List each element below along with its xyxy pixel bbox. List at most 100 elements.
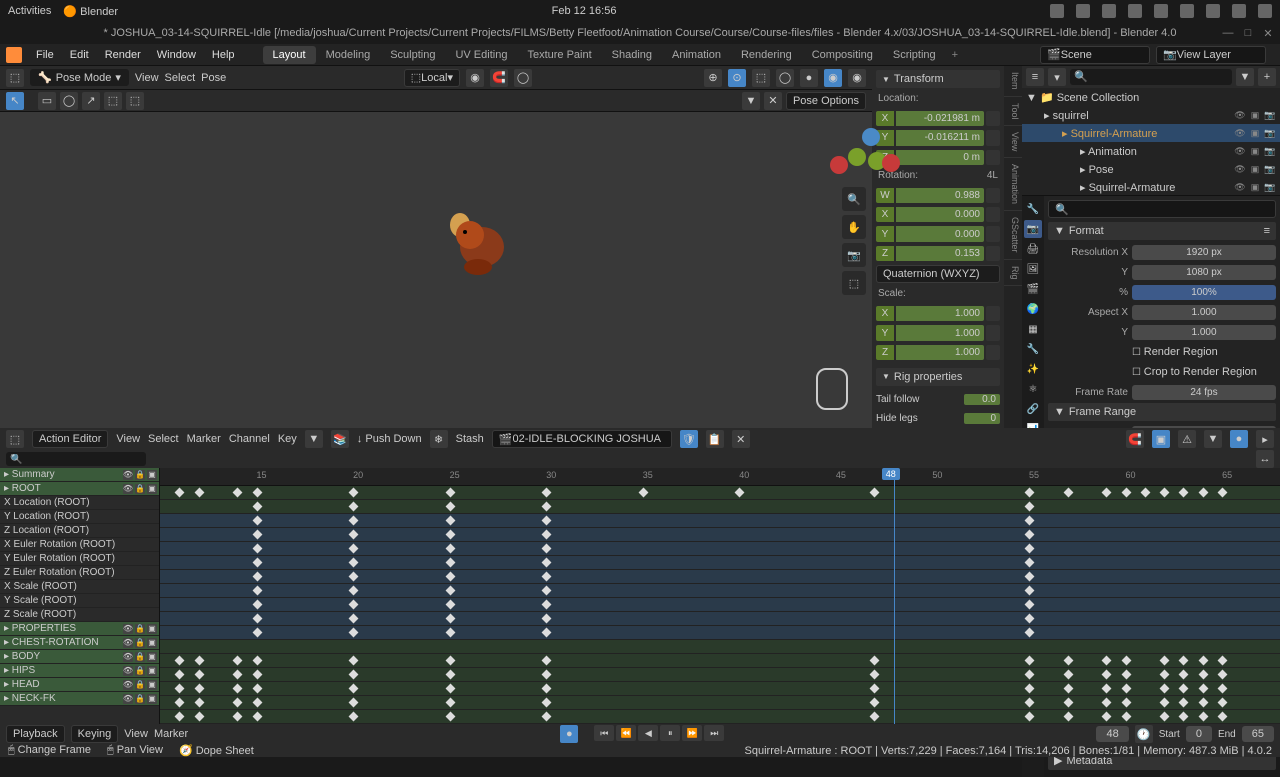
- outliner-type-button[interactable]: ≡: [1026, 68, 1044, 86]
- menu-edit[interactable]: Edit: [62, 49, 97, 61]
- dopesheet-track[interactable]: [160, 542, 1280, 556]
- battery-icon[interactable]: [1232, 4, 1246, 18]
- pct-field[interactable]: 100%: [1132, 285, 1276, 300]
- timeline-channel[interactable]: ▸ NECK-FK👁🔒▣: [0, 692, 159, 706]
- dopesheet-track[interactable]: [160, 584, 1280, 598]
- playhead[interactable]: 48: [894, 468, 895, 724]
- workspace-tab-sculpting[interactable]: Sculpting: [380, 46, 445, 64]
- select-tweak[interactable]: ⬚: [104, 92, 122, 110]
- vp-menu-view[interactable]: View: [135, 72, 159, 84]
- channel-collapse[interactable]: ↔: [1256, 450, 1274, 468]
- xray-toggle[interactable]: ⬚: [752, 69, 770, 87]
- npanel-tab-animation[interactable]: Animation: [1004, 158, 1022, 211]
- workspace-tab-rendering[interactable]: Rendering: [731, 46, 802, 64]
- timeline-channel[interactable]: X Euler Rotation (ROOT): [0, 538, 159, 552]
- fake-user-toggle[interactable]: 🛡: [680, 430, 698, 448]
- new-action-button[interactable]: 📋: [706, 430, 724, 448]
- props-tab-object[interactable]: ▦: [1024, 320, 1042, 338]
- timeline-channel[interactable]: ▸ Summary👁🔒▣: [0, 468, 159, 482]
- timeline-channel[interactable]: ▸ BODY👁🔒▣: [0, 650, 159, 664]
- jump-next-button[interactable]: ⏩: [682, 725, 702, 741]
- rig-header[interactable]: ▼Rig properties: [876, 368, 1000, 386]
- tl-overlay-button[interactable]: ▸: [1256, 430, 1274, 448]
- snap-button[interactable]: 🧲: [490, 69, 508, 87]
- menu-file[interactable]: File: [28, 49, 62, 61]
- zoom-icon[interactable]: 🔍: [842, 187, 866, 211]
- outliner-row[interactable]: ▸ Squirrel-Armature👁▣📷: [1022, 124, 1280, 142]
- timeline-channel[interactable]: Y Location (ROOT): [0, 510, 159, 524]
- select-invert[interactable]: ⬚: [126, 92, 144, 110]
- rot-y-field[interactable]: 0.000: [896, 226, 984, 241]
- minimize-button[interactable]: —: [1222, 27, 1234, 39]
- rot-w-field[interactable]: 0.988: [896, 188, 984, 203]
- autokey-toggle[interactable]: ●: [560, 725, 578, 743]
- workspace-tab-shading[interactable]: Shading: [602, 46, 662, 64]
- dopesheet-track[interactable]: [160, 528, 1280, 542]
- end-frame-field[interactable]: 65: [1242, 726, 1274, 742]
- pan-icon[interactable]: ✋: [842, 215, 866, 239]
- tl-menu-view[interactable]: View: [116, 433, 140, 445]
- props-search[interactable]: 🔍: [1048, 200, 1276, 218]
- dopesheet-track[interactable]: [160, 710, 1280, 724]
- scale-x-field[interactable]: 1.000: [896, 306, 984, 321]
- npanel-tab-view[interactable]: View: [1004, 126, 1022, 158]
- timeline-channel[interactable]: ▸ HIPS👁🔒▣: [0, 664, 159, 678]
- npanel-tab-item[interactable]: Item: [1004, 66, 1022, 97]
- start-frame-field[interactable]: 0: [1186, 726, 1212, 742]
- scale-y-field[interactable]: 1.000: [896, 325, 984, 340]
- unlink-action-button[interactable]: ✕: [732, 430, 750, 448]
- dopesheet-area[interactable]: 1520253035404550556065 48: [160, 468, 1280, 724]
- volume-icon[interactable]: [1206, 4, 1220, 18]
- props-tab-render[interactable]: 📷: [1024, 220, 1042, 238]
- tl-snap-button[interactable]: 🧲: [1126, 430, 1144, 448]
- tl-menu-marker[interactable]: Marker: [187, 433, 221, 445]
- workspace-tab-scripting[interactable]: Scripting: [883, 46, 946, 64]
- tray-icon[interactable]: [1128, 4, 1142, 18]
- npanel-tab-rig[interactable]: Rig: [1004, 260, 1022, 287]
- stash-button[interactable]: Stash: [456, 433, 484, 445]
- select-tool[interactable]: ↖: [6, 92, 24, 110]
- vp-menu-pose[interactable]: Pose: [201, 72, 226, 84]
- viewport-canvas[interactable]: 🔍 ✋ 📷 ⬚: [0, 112, 872, 428]
- power-icon[interactable]: [1258, 4, 1272, 18]
- tl-editor-type[interactable]: ⬚: [6, 430, 24, 448]
- npanel-tab-tool[interactable]: Tool: [1004, 97, 1022, 127]
- stash-icon[interactable]: ❄: [430, 430, 448, 448]
- add-workspace-button[interactable]: +: [952, 49, 958, 61]
- overlay-toggle[interactable]: ⊙: [728, 69, 746, 87]
- rot-lock[interactable]: [986, 188, 1000, 203]
- dopesheet-track[interactable]: [160, 500, 1280, 514]
- dopesheet-track[interactable]: [160, 514, 1280, 528]
- frange-header[interactable]: ▼Frame Range: [1048, 403, 1276, 421]
- channel-search[interactable]: [6, 452, 146, 466]
- activities-menu[interactable]: Activities: [8, 5, 51, 17]
- frame-ruler[interactable]: 1520253035404550556065: [160, 468, 1280, 486]
- tl-filter-button[interactable]: ⚠: [1178, 430, 1196, 448]
- preview-range-toggle[interactable]: 🕐: [1135, 725, 1153, 743]
- outliner-row[interactable]: ▸ Pose👁▣📷: [1022, 160, 1280, 178]
- npanel-tab-gscatter[interactable]: GScatter: [1004, 211, 1022, 260]
- shading-solid[interactable]: ●: [800, 69, 818, 87]
- props-tab-modifier[interactable]: 🔧: [1024, 340, 1042, 358]
- props-tab-scene[interactable]: 🎬: [1024, 280, 1042, 298]
- menu-help[interactable]: Help: [204, 49, 243, 61]
- props-tab-physics[interactable]: ⚛: [1024, 380, 1042, 398]
- tl-ctrl-view[interactable]: View: [124, 728, 148, 740]
- tl-filter-toggle[interactable]: ▼: [305, 430, 323, 448]
- scale-lock[interactable]: [986, 306, 1000, 321]
- workspace-tab-animation[interactable]: Animation: [662, 46, 731, 64]
- props-tab-particles[interactable]: ✨: [1024, 360, 1042, 378]
- format-header[interactable]: ▼Format≡: [1048, 222, 1276, 240]
- dopesheet-track[interactable]: [160, 612, 1280, 626]
- jump-prev-button[interactable]: ⏪: [616, 725, 636, 741]
- timeline-channel[interactable]: Z Euler Rotation (ROOT): [0, 566, 159, 580]
- playback-popover[interactable]: Playback: [6, 725, 65, 743]
- workspace-tab-compositing[interactable]: Compositing: [802, 46, 883, 64]
- aspect-x-field[interactable]: 1.000: [1132, 305, 1276, 320]
- viewlayer-select[interactable]: 📷 View Layer: [1156, 46, 1266, 64]
- tl-marker-button[interactable]: ▼: [1204, 430, 1222, 448]
- network-icon[interactable]: [1180, 4, 1194, 18]
- rot-lock[interactable]: [986, 226, 1000, 241]
- loc-lock[interactable]: [986, 130, 1000, 145]
- res-x-field[interactable]: 1920 px: [1132, 245, 1276, 260]
